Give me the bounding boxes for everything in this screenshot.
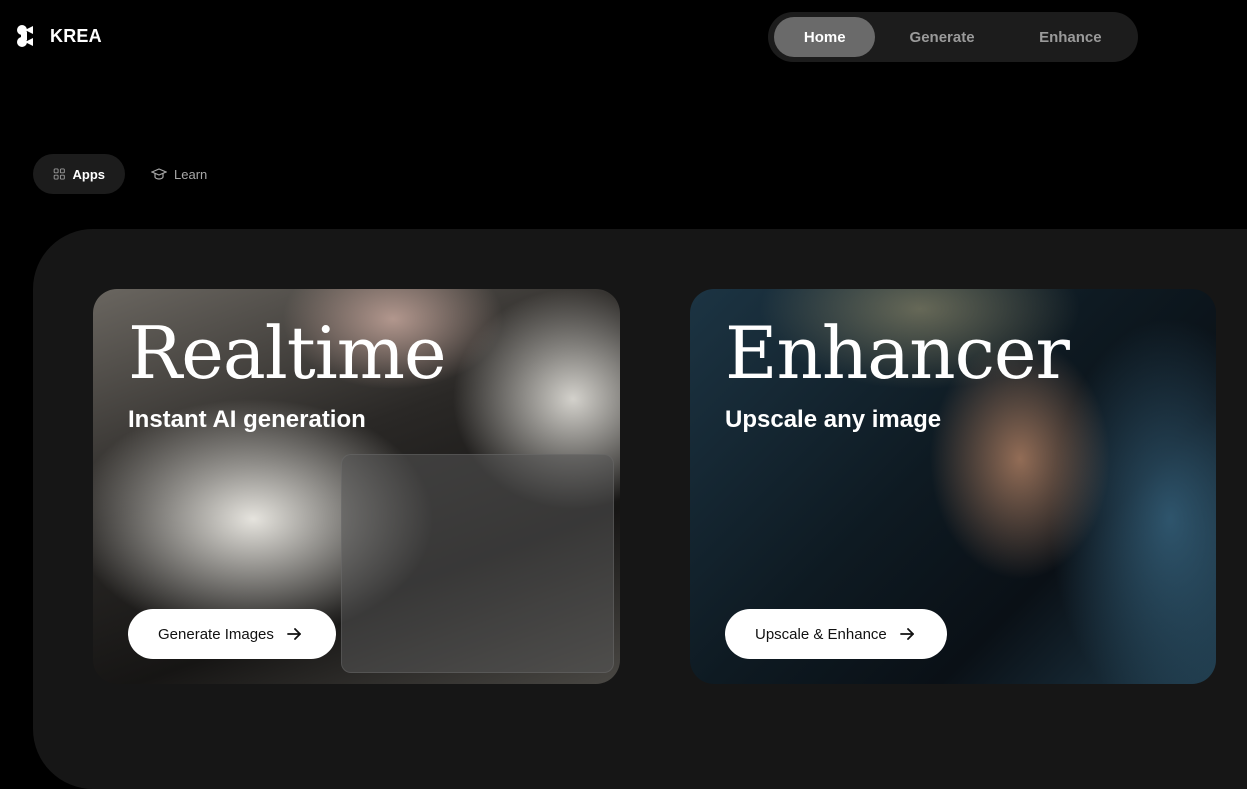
subnav-learn-label: Learn	[174, 166, 208, 182]
tab-generate[interactable]: Generate	[875, 17, 1008, 57]
arrow-right-icon	[287, 628, 301, 640]
card-title: Enhancer	[725, 311, 1070, 395]
graduation-cap-icon	[151, 168, 167, 180]
grid-icon	[53, 168, 65, 180]
enhancer-card[interactable]: Enhancer Upscale any image Upscale & Enh…	[690, 289, 1216, 684]
tab-enhance[interactable]: Enhance	[1009, 17, 1132, 57]
subnav-learn[interactable]: Learn	[131, 154, 227, 194]
card-subtitle: Upscale any image	[725, 406, 942, 433]
tab-home[interactable]: Home	[774, 17, 876, 57]
sub-nav: Apps Learn	[33, 154, 227, 194]
brand-name: KREA	[50, 25, 102, 46]
card-subtitle: Instant AI generation	[128, 406, 366, 433]
upscale-enhance-button[interactable]: Upscale & Enhance	[725, 609, 947, 659]
subnav-apps[interactable]: Apps	[33, 154, 125, 194]
button-label: Generate Images	[158, 625, 274, 643]
card-title: Realtime	[128, 311, 447, 395]
krea-logo-icon	[17, 25, 33, 47]
arrow-right-icon	[899, 628, 914, 640]
subnav-apps-label: Apps	[72, 166, 106, 182]
realtime-card[interactable]: Realtime Instant AI generation Generate …	[93, 289, 620, 684]
brand[interactable]: KREA	[16, 24, 102, 48]
button-label: Upscale & Enhance	[755, 625, 887, 643]
realtime-preview-overlay	[341, 454, 614, 673]
generate-images-button[interactable]: Generate Images	[128, 609, 336, 659]
top-nav: Home Generate Enhance	[768, 12, 1138, 62]
